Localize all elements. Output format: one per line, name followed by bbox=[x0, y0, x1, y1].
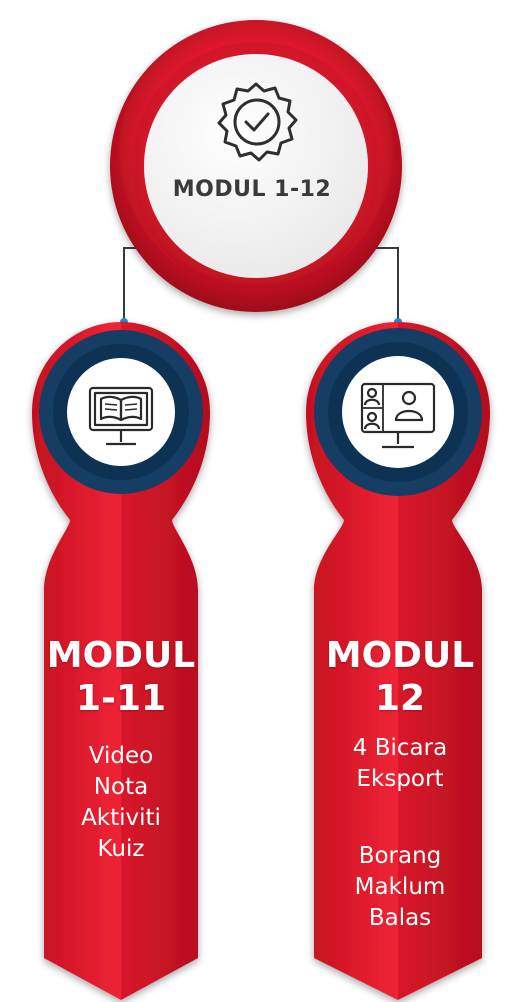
module-left-item: Aktiviti bbox=[81, 805, 161, 831]
module-left-title-line1: MODUL bbox=[46, 635, 196, 676]
module-right-item: 4 Bicara bbox=[352, 735, 448, 761]
module-right-title-line1: MODUL bbox=[325, 635, 475, 676]
module-left-item: Nota bbox=[93, 774, 149, 800]
module-left-item: Video bbox=[88, 743, 154, 769]
module-right-title-line2: 12 bbox=[374, 678, 426, 719]
hub-title: MODUL 1-12 bbox=[172, 177, 332, 202]
module-right-item: Balas bbox=[368, 905, 432, 931]
module-diagram: MODUL 1-12 MODUL 1-11 Video Nota Aktivit… bbox=[0, 0, 512, 1002]
module-right-item: Eksport bbox=[356, 766, 444, 792]
module-right-item: Maklum bbox=[354, 874, 446, 900]
module-left-title-line2: 1-11 bbox=[75, 678, 167, 719]
module-left-item: Kuiz bbox=[97, 836, 145, 862]
module-right-item: Borang bbox=[358, 843, 442, 869]
hub-node bbox=[110, 20, 402, 312]
connector-right bbox=[368, 244, 402, 326]
